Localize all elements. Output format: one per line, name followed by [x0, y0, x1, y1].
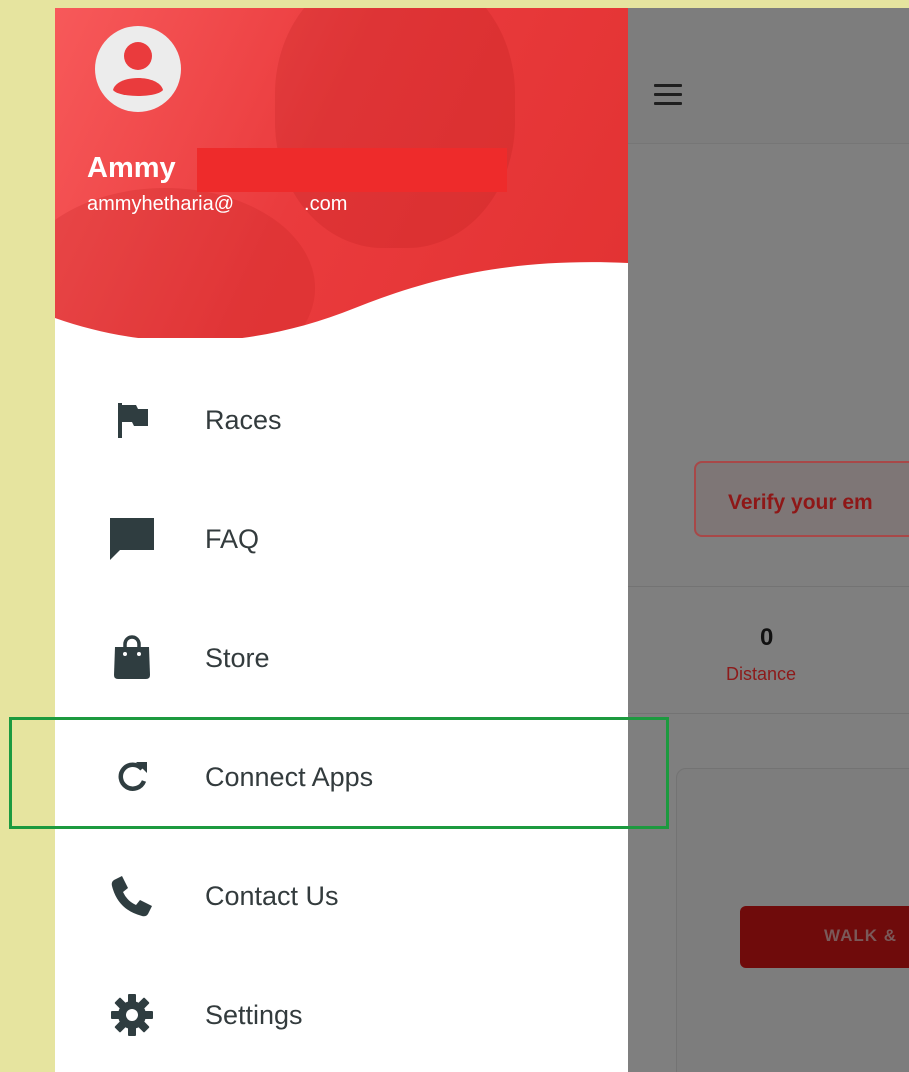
avatar-icon[interactable]: [93, 24, 183, 114]
verify-email-banner[interactable]: Verify your em: [694, 461, 909, 537]
divider: [628, 586, 909, 587]
menu-item-races[interactable]: Races: [55, 365, 628, 475]
gear-icon: [107, 992, 157, 1038]
menu-item-label: FAQ: [205, 524, 260, 554]
phone-icon: [107, 873, 157, 919]
distance-value: 0: [760, 624, 774, 651]
connect-apps-highlight: [9, 717, 669, 829]
chat-bubble-icon: [107, 516, 157, 562]
menu-item-store[interactable]: Store: [55, 603, 628, 713]
user-name: Ammy: [87, 152, 176, 184]
divider: [628, 713, 909, 714]
user-email-suffix: .com: [304, 193, 348, 215]
header-wave: [55, 262, 628, 338]
navigation-drawer: Ammy ammyhetharia@ .com Races FAQ Store C…: [55, 8, 628, 1072]
flag-icon: [107, 397, 157, 443]
user-email: ammyhetharia@ .com: [87, 193, 347, 216]
walk-button-label: WALK &: [824, 926, 898, 945]
menu-item-label: Contact Us: [205, 881, 339, 911]
main-content-overlay[interactable]: Verify your em 0 Distance WALK &: [628, 8, 909, 1072]
menu-item-faq[interactable]: FAQ: [55, 484, 628, 594]
distance-label: Distance: [726, 664, 797, 684]
shopping-bag-icon: [107, 635, 157, 681]
menu-item-label: Store: [205, 643, 270, 673]
menu-item-contact-us[interactable]: Contact Us: [55, 841, 628, 951]
drawer-header: Ammy ammyhetharia@ .com: [55, 8, 628, 338]
user-email-prefix: ammyhetharia@: [87, 193, 235, 215]
menu-item-label: Races: [205, 405, 282, 435]
redacted-surname: [197, 148, 507, 192]
menu-item-label: Settings: [205, 1000, 303, 1030]
hamburger-menu-icon[interactable]: [654, 84, 682, 106]
menu-item-settings[interactable]: Settings: [55, 960, 628, 1070]
app-top-bar: [628, 8, 909, 144]
walk-button[interactable]: WALK &: [740, 906, 909, 968]
verify-email-text: Verify your em: [728, 491, 873, 514]
